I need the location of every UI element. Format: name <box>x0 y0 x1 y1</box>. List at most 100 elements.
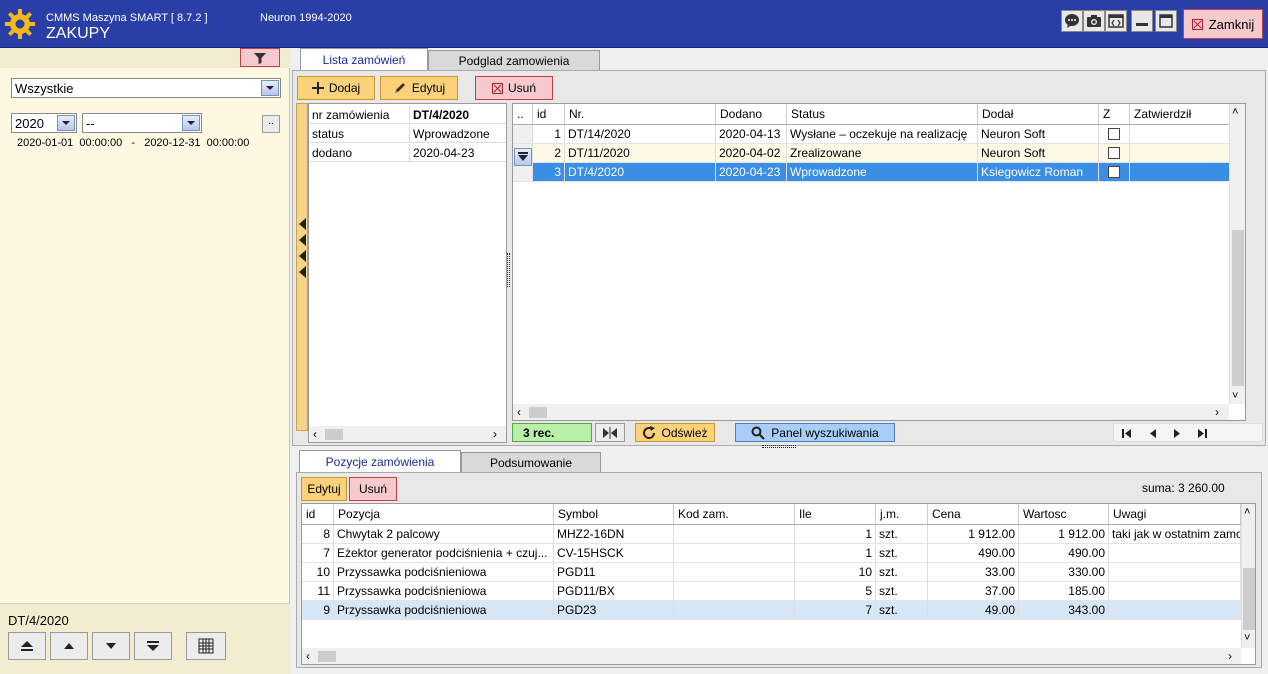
row-indicator[interactable] <box>513 125 533 144</box>
column-header-ile[interactable]: Ile <box>795 504 876 525</box>
table-row[interactable]: 10 Przyssawka podciśnieniowa PGD11 10 sz… <box>302 563 1255 582</box>
month-dropdown-button[interactable] <box>182 115 200 131</box>
column-header-dodano[interactable]: Dodano <box>716 104 787 125</box>
column-header-z[interactable]: Z <box>1099 104 1130 125</box>
calendar-button[interactable] <box>186 632 226 660</box>
column-header-nr[interactable]: Nr. <box>565 104 716 125</box>
cell-kod <box>674 582 795 601</box>
last-record-button[interactable] <box>134 632 172 660</box>
next-page-icon[interactable] <box>1173 429 1181 438</box>
cell-cena: 37.00 <box>928 582 1019 601</box>
next-record-button[interactable] <box>92 632 130 660</box>
filter-button[interactable] <box>240 48 280 67</box>
table-row-selected[interactable]: 3 DT/4/2020 2020-04-23 Wprowadzone Ksieg… <box>513 163 1245 182</box>
scroll-right-icon[interactable]: › <box>1228 649 1232 663</box>
date-picker-button[interactable]: .. <box>262 115 280 133</box>
tab-order-items[interactable]: Pozycje zamówienia <box>299 450 461 472</box>
column-header-jm[interactable]: j.m. <box>876 504 928 525</box>
maximize-button[interactable] <box>1155 10 1177 32</box>
row-dropdown-button[interactable] <box>514 148 532 166</box>
items-horizontal-scrollbar[interactable]: ‹ › <box>302 648 1241 664</box>
delete-item-button[interactable]: Usuń <box>349 477 397 501</box>
previous-record-button[interactable] <box>50 632 88 660</box>
scroll-thumb[interactable] <box>325 429 343 440</box>
first-record-button[interactable] <box>8 632 46 660</box>
cell-dodal: Ksiegowicz Roman <box>978 163 1099 182</box>
cell-z[interactable] <box>1099 144 1130 163</box>
cell-wartosc: 330.00 <box>1019 563 1109 582</box>
scroll-right-icon[interactable]: › <box>493 427 497 441</box>
column-header-pozycja[interactable]: Pozycja <box>334 504 554 525</box>
triangle-up-icon <box>64 643 74 649</box>
scroll-thumb[interactable] <box>529 407 547 418</box>
approved-checkbox[interactable] <box>1108 128 1120 140</box>
scroll-down-icon[interactable]: ˅ <box>1244 632 1250 644</box>
scroll-down-icon[interactable]: ˅ <box>1232 390 1238 402</box>
first-page-icon[interactable] <box>1122 429 1132 438</box>
table-row[interactable]: 1 DT/14/2020 2020-04-13 Wysłane – oczeku… <box>513 125 1245 144</box>
items-vertical-scrollbar[interactable]: ˄ ˅ <box>1241 504 1255 648</box>
approved-checkbox[interactable] <box>1108 147 1120 159</box>
splitter-handle[interactable] <box>507 253 510 287</box>
year-dropdown-button[interactable] <box>57 115 75 131</box>
column-header-wartosc[interactable]: Wartosc <box>1019 504 1109 525</box>
details-horizontal-scrollbar[interactable]: ‹ › <box>309 426 506 442</box>
year-select[interactable]: 2020 <box>11 113 77 133</box>
orders-horizontal-scrollbar[interactable]: ‹ › <box>513 404 1229 420</box>
table-row[interactable]: 7 Eżektor generator podciśnienia + czuj.… <box>302 544 1255 563</box>
cell-z[interactable] <box>1099 163 1130 182</box>
cell-kod <box>674 544 795 563</box>
scroll-right-icon[interactable]: › <box>1215 405 1219 419</box>
cell-dodano: 2020-04-23 <box>716 163 787 182</box>
delete-button[interactable]: Usuń <box>475 76 553 100</box>
column-header-zatwierdzil[interactable]: Zatwierdził <box>1130 104 1245 125</box>
column-header-cena[interactable]: Cena <box>928 504 1019 525</box>
remote-button[interactable] <box>1105 10 1127 32</box>
edit-button[interactable]: Edytuj <box>380 76 458 100</box>
refresh-button[interactable]: Odśwież <box>635 423 715 442</box>
orders-vertical-scrollbar[interactable]: ˄ ˅ <box>1229 104 1245 404</box>
column-header-id[interactable]: id <box>302 504 334 525</box>
table-row[interactable]: 8 Chwytak 2 palcowy MHZ2-16DN 1 szt. 1 9… <box>302 525 1255 544</box>
previous-page-icon[interactable] <box>1149 429 1157 438</box>
table-row[interactable]: 2 DT/11/2020 2020-04-02 Zrealizowane Neu… <box>513 144 1245 163</box>
horizontal-splitter-handle[interactable] <box>762 445 796 448</box>
detail-key: dodano <box>312 146 353 160</box>
column-header-symbol[interactable]: Symbol <box>554 504 674 525</box>
scroll-left-icon[interactable]: ‹ <box>306 649 310 663</box>
chat-button[interactable] <box>1061 10 1083 32</box>
tab-summary[interactable]: Podsumowanie <box>461 452 601 472</box>
cell-z[interactable] <box>1099 125 1130 144</box>
tab-order-preview[interactable]: Podglad zamowienia <box>428 50 600 70</box>
column-header-dodal[interactable]: Dodał <box>978 104 1099 125</box>
approved-checkbox[interactable] <box>1108 166 1120 178</box>
scroll-up-icon[interactable]: ˄ <box>1244 506 1250 518</box>
close-button[interactable]: Zamknij <box>1183 9 1263 39</box>
tab-order-list[interactable]: Lista zamówień <box>300 48 428 70</box>
scroll-left-icon[interactable]: ‹ <box>517 405 521 419</box>
column-header-kod[interactable]: Kod zam. <box>674 504 795 525</box>
column-header-uwagi[interactable]: Uwagi <box>1109 504 1241 525</box>
add-button[interactable]: Dodaj <box>297 76 375 100</box>
status-filter-select[interactable]: Wszystkie <box>11 78 281 98</box>
scroll-up-icon[interactable]: ˄ <box>1232 106 1238 118</box>
last-page-icon[interactable] <box>1197 429 1207 438</box>
minimize-button[interactable] <box>1131 10 1153 32</box>
screenshot-button[interactable] <box>1083 10 1105 32</box>
fit-columns-button[interactable] <box>595 423 625 442</box>
edit-item-button[interactable]: Edytuj <box>301 477 347 501</box>
scroll-thumb[interactable] <box>1232 230 1244 386</box>
scroll-thumb[interactable] <box>318 651 336 662</box>
scroll-left-icon[interactable]: ‹ <box>313 427 317 441</box>
scroll-thumb[interactable] <box>1243 568 1255 630</box>
cell-jm: szt. <box>876 582 928 601</box>
month-select[interactable]: -- <box>82 113 202 133</box>
table-row-selected[interactable]: 9 Przyssawka podciśnieniowa PGD23 7 szt.… <box>302 601 1255 620</box>
column-header[interactable]: .. <box>513 104 533 125</box>
status-filter-dropdown-button[interactable] <box>261 80 279 96</box>
search-panel-button[interactable]: Panel wyszukiwania <box>735 423 895 442</box>
table-row[interactable]: 11 Przyssawka podciśnieniowa PGD11/BX 5 … <box>302 582 1255 601</box>
detail-collapse-strip[interactable] <box>296 103 308 431</box>
column-header-id[interactable]: id <box>533 104 565 125</box>
column-header-status[interactable]: Status <box>787 104 978 125</box>
